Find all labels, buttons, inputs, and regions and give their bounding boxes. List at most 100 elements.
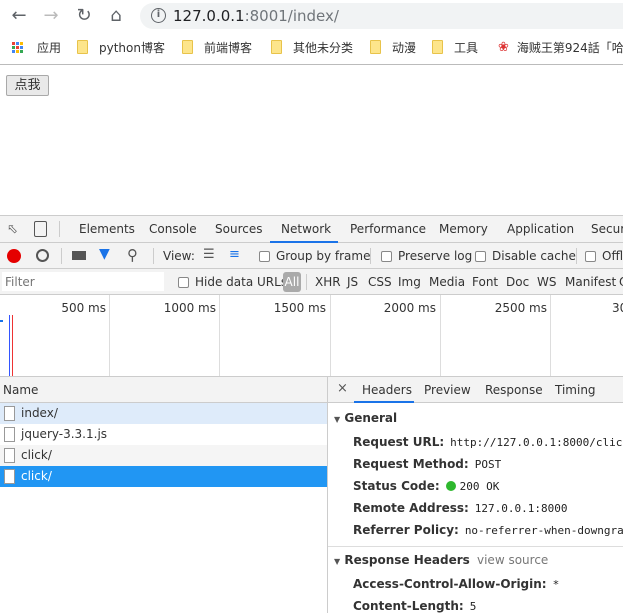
filter-type-css[interactable]: CSS (368, 275, 392, 289)
general-section-toggle[interactable]: ▼ General (334, 411, 397, 425)
tab-elements[interactable]: Elements (79, 222, 135, 236)
load-marker (12, 315, 13, 376)
timeline-overview[interactable]: 500 ms 1000 ms 1500 ms 2000 ms 2500 ms 3… (0, 295, 623, 376)
header-row: Status Code: 200 OK (353, 479, 500, 493)
hide-data-urls-checkbox[interactable]: Hide data URLs (178, 275, 287, 289)
tab-timing[interactable]: Timing (555, 383, 596, 397)
response-headers-section-toggle[interactable]: ▼ Response Headers (334, 553, 470, 567)
request-name: click/ (21, 448, 52, 462)
folder-icon (77, 40, 88, 54)
bookmark-folder[interactable]: python博客 (77, 38, 165, 56)
request-name: click/ (21, 469, 52, 483)
request-bar (0, 320, 3, 322)
tab-sources[interactable]: Sources (215, 222, 262, 236)
waterfall-overview-icon[interactable]: ≡ (229, 247, 240, 262)
device-toolbar-icon[interactable] (34, 221, 47, 237)
folder-icon (182, 40, 193, 54)
info-icon[interactable]: i (151, 8, 166, 23)
disable-cache-checkbox[interactable]: Disable cache (475, 249, 576, 263)
inspect-element-icon[interactable]: ⬁ (7, 222, 18, 237)
bookmark-label: 海贼王第924話「哈 (516, 40, 623, 55)
header-row: Request Method: POST (353, 457, 502, 471)
folder-icon (271, 40, 282, 54)
clear-icon[interactable] (36, 249, 49, 262)
view-source-link[interactable]: view source (477, 553, 548, 567)
site-favicon: ❀ (498, 39, 509, 55)
request-row[interactable]: jquery-3.3.1.js (0, 424, 328, 445)
back-button[interactable]: ← (8, 6, 30, 26)
tab-response[interactable]: Response (485, 383, 543, 397)
status-ok-icon (445, 481, 456, 491)
dom-content-loaded-marker (9, 315, 10, 376)
panel-splitter[interactable] (327, 376, 328, 613)
bookmark-label: 应用 (37, 40, 62, 55)
timeline-tick: 500 ms (61, 301, 106, 315)
view-label: View: (163, 249, 195, 263)
document-icon (4, 406, 15, 421)
tab-headers[interactable]: Headers (362, 383, 412, 397)
tab-security[interactable]: Securi (591, 222, 623, 236)
request-row[interactable]: click/ (0, 445, 328, 466)
reload-button[interactable]: ↻ (73, 6, 95, 26)
devtools-tab-bar: ⬁ Elements Console Sources Network Perfo… (0, 215, 623, 243)
bookmark-folder[interactable]: 动漫 (370, 38, 416, 56)
bookmark-label: python博客 (99, 40, 165, 55)
script-file-icon (4, 427, 15, 442)
group-by-frame-checkbox[interactable]: Group by frame (259, 249, 370, 263)
record-icon[interactable] (7, 249, 21, 263)
bookmark-label: 工具 (454, 40, 479, 55)
offline-checkbox[interactable]: Offli (585, 249, 623, 263)
filter-type-media[interactable]: Media (429, 275, 465, 289)
filter-type-font[interactable]: Font (472, 275, 498, 289)
click-me-button[interactable]: 点我 (6, 75, 49, 96)
close-icon[interactable]: × (337, 381, 348, 396)
request-row[interactable]: index/ (0, 403, 328, 424)
requests-header: Name × Headers Preview Response Timing (0, 376, 623, 403)
filter-type-manifest[interactable]: Manifest (565, 275, 616, 289)
forward-button[interactable]: → (40, 6, 62, 26)
divider (0, 64, 623, 65)
filter-bar: Hide data URLs All XHR JS CSS Img Media … (0, 269, 623, 295)
apps-grid-icon (12, 41, 23, 53)
timeline-tick: 2500 ms (494, 301, 547, 315)
tab-memory[interactable]: Memory (439, 222, 488, 236)
file-icon (4, 448, 15, 463)
filter-type-img[interactable]: Img (398, 275, 421, 289)
bookmark-label: 其他未分类 (293, 40, 354, 55)
name-column-header[interactable]: Name (3, 383, 38, 397)
network-toolbar: ▼ ⚲ View: ☰ ≡ Group by frame Preserve lo… (0, 243, 623, 269)
divider (328, 546, 623, 547)
bookmark-site[interactable]: ❀ 海贼王第924話「哈 (498, 38, 623, 56)
search-icon[interactable]: ⚲ (127, 246, 138, 264)
tab-preview[interactable]: Preview (424, 383, 471, 397)
filter-input[interactable] (2, 272, 164, 291)
filter-type-ws[interactable]: WS (537, 275, 556, 289)
request-row-selected[interactable]: click/ (0, 466, 328, 487)
request-name: jquery-3.3.1.js (21, 427, 108, 441)
large-rows-icon[interactable]: ☰ (203, 247, 215, 262)
header-row: Access-Control-Allow-Origin: * (353, 577, 560, 591)
home-button[interactable]: ⌂ (105, 6, 127, 26)
bookmark-apps[interactable]: 应用 (12, 38, 61, 56)
tab-application[interactable]: Application (507, 222, 574, 236)
tab-network[interactable]: Network (281, 222, 331, 236)
file-icon (4, 469, 15, 484)
tab-performance[interactable]: Performance (350, 222, 426, 236)
address-bar[interactable]: i 127.0.0.1:8001/index/ (140, 3, 623, 29)
bookmark-folder[interactable]: 工具 (432, 38, 478, 56)
timeline-tick: 2000 ms (383, 301, 436, 315)
filter-type-xhr[interactable]: XHR (315, 275, 341, 289)
filter-icon[interactable]: ▼ (99, 246, 110, 262)
tab-console[interactable]: Console (149, 222, 197, 236)
screenshot-camera-icon[interactable] (72, 251, 86, 260)
preserve-log-checkbox[interactable]: Preserve log (381, 249, 472, 263)
bookmark-folder[interactable]: 前端博客 (182, 38, 252, 56)
filter-type-js[interactable]: JS (347, 275, 358, 289)
timeline-tick: 30 (612, 301, 623, 315)
timeline-tick: 1000 ms (163, 301, 216, 315)
filter-type-doc[interactable]: Doc (506, 275, 529, 289)
bookmark-folder[interactable]: 其他未分类 (271, 38, 353, 56)
bookmark-label: 动漫 (392, 40, 417, 55)
filter-type-other[interactable]: O (619, 275, 623, 289)
filter-type-all[interactable]: All (283, 272, 301, 292)
